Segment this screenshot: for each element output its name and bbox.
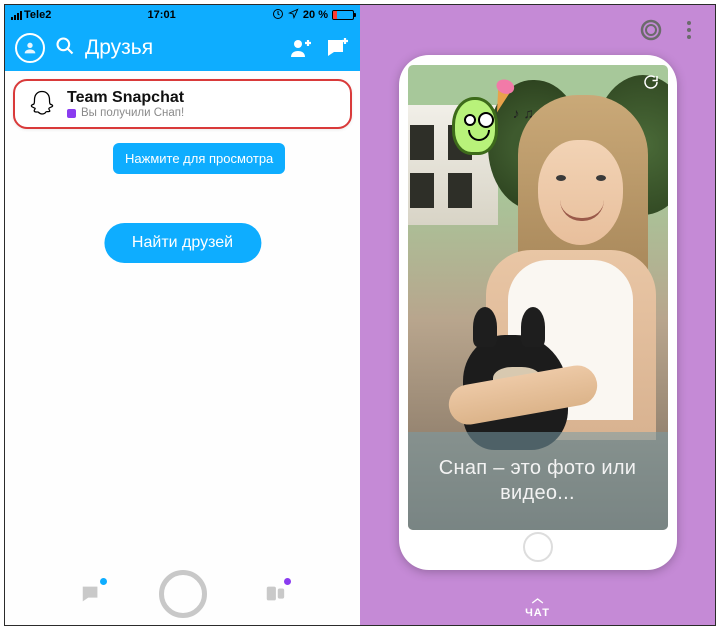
battery-icon: [332, 10, 354, 20]
new-chat-icon[interactable]: [324, 35, 350, 61]
snap-indicator-icon: [67, 109, 76, 118]
ghost-icon: [27, 89, 57, 119]
profile-avatar[interactable]: [15, 33, 45, 63]
chat-title: Team Snapchat: [67, 89, 184, 107]
more-icon[interactable]: [677, 18, 701, 42]
carrier-label: Tele2: [24, 9, 51, 21]
chat-list-item-team-snapchat[interactable]: Team Snapchat Вы получили Cнап!: [13, 79, 352, 129]
signal-icon: [11, 11, 22, 20]
snap-caption: Снап – это фото или видео...: [408, 432, 668, 530]
rotation-lock-icon: [272, 8, 284, 23]
reload-icon[interactable]: [642, 73, 660, 91]
viewer-header: [360, 5, 715, 55]
hint-tooltip[interactable]: Нажмите для просмотра: [113, 143, 285, 174]
chevron-up-icon: [529, 596, 545, 606]
chat-label-text: ЧАТ: [525, 607, 550, 619]
clock: 17:01: [148, 9, 176, 21]
caption-text: Снап – это фото или видео...: [422, 456, 654, 506]
find-friends-button[interactable]: Найти друзей: [104, 223, 261, 263]
music-notes-icon: ♪ ♫: [513, 105, 534, 121]
page-title: Друзья: [85, 36, 278, 60]
swipe-up-chat[interactable]: ЧАТ: [525, 596, 550, 619]
header: Друзья: [5, 25, 360, 71]
stories-tab-icon[interactable]: [261, 580, 289, 608]
camera-shutter-button[interactable]: [159, 570, 207, 618]
phone-mockup: ♪ ♫ Снап – это фото или видео...: [399, 55, 677, 570]
search-icon[interactable]: [55, 36, 75, 61]
location-icon: [288, 8, 299, 22]
sticker-icon: [448, 85, 508, 163]
add-friend-icon[interactable]: [288, 35, 314, 61]
ring-icon[interactable]: [639, 18, 663, 42]
friends-screen: Tele2 17:01 20 % Друзья: [5, 5, 360, 625]
status-bar: Tele2 17:01 20 %: [5, 5, 360, 25]
chat-tab-icon[interactable]: [77, 580, 105, 608]
snap-content[interactable]: ♪ ♫ Снап – это фото или видео...: [408, 65, 668, 530]
chat-subtitle: Вы получили Cнап!: [81, 107, 184, 119]
home-button-icon: [523, 532, 553, 562]
bottom-nav: [5, 563, 360, 625]
battery-percent: 20 %: [303, 9, 328, 21]
snap-viewer-screen: ♪ ♫ Снап – это фото или видео... ЧАТ: [360, 5, 715, 625]
